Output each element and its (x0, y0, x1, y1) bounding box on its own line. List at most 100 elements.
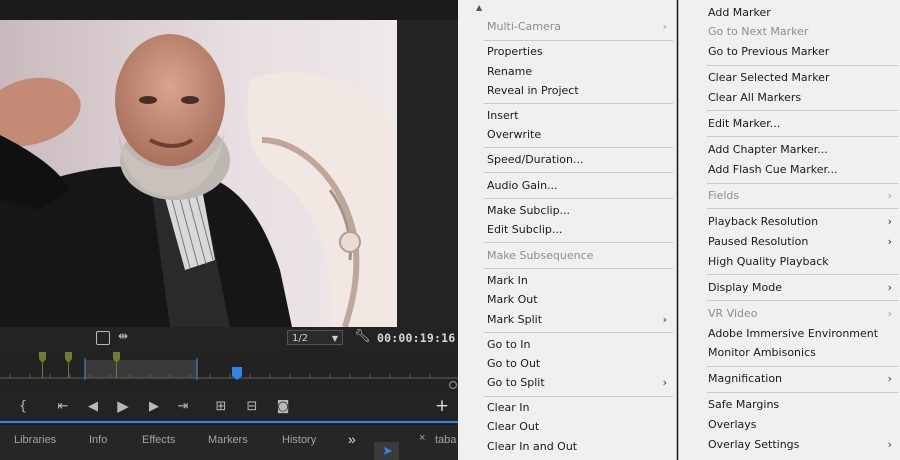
menu-item-magnification[interactable]: Magnification › (679, 369, 900, 388)
menu-item-label: Make Subsequence (487, 249, 594, 262)
mark-in-icon[interactable]: { (12, 393, 34, 419)
video-frame[interactable] (0, 20, 397, 327)
tab-project[interactable]: taba (435, 434, 456, 446)
menu-item-multi-camera[interactable]: Multi-Camera › (458, 17, 676, 36)
menu-item-edit-subclip[interactable]: Edit Subclip... (458, 220, 676, 239)
chevron-right-icon: › (887, 372, 892, 385)
menu-item-label: Overlay Settings (708, 438, 800, 451)
tab-libraries[interactable]: Libraries (14, 434, 56, 446)
menu-item-add-marker[interactable]: Add Marker (679, 3, 900, 22)
video-frame-image (0, 20, 397, 327)
menu-item-label: Go to Previous Marker (708, 45, 830, 58)
menu-item-overwrite[interactable]: Overwrite (458, 125, 676, 144)
camera-icon[interactable]: ◙ (272, 393, 294, 419)
export-frame-icon[interactable] (96, 331, 110, 345)
transport-controls: { ⇤ ◀︎ ▶︎ ▶︎ ⇥ ⊞ ⊟ ◙ + (0, 393, 458, 423)
go-to-out-icon[interactable]: ⇥ (172, 393, 194, 419)
menu-item-rename[interactable]: Rename (458, 62, 676, 81)
play-icon[interactable]: ▶︎ (112, 393, 134, 419)
menu-item-add-chapter-marker[interactable]: Add Chapter Marker... (679, 140, 900, 159)
wrench-settings-icon[interactable]: 🔧︎ (354, 329, 371, 344)
tab-effects[interactable]: Effects (142, 434, 175, 446)
menu-item-speed-duration[interactable]: Speed/Duration... (458, 150, 676, 169)
menu-item-label: Safe Margins (708, 398, 780, 411)
menu-item-label: Properties (487, 45, 543, 58)
playback-resolution-select[interactable]: 1/2 ▼ (287, 330, 343, 345)
menu-item-edit-marker[interactable]: Edit Marker... (679, 114, 900, 133)
menu-item-playback-resolution[interactable]: Playback Resolution › (679, 212, 900, 231)
chevron-right-icon: › (662, 20, 667, 33)
menu-item-paused-resolution[interactable]: Paused Resolution › (679, 232, 900, 251)
menu-item-reveal-in-project[interactable]: Reveal in Project (458, 81, 676, 100)
menu-item-mark-in[interactable]: Mark In (458, 271, 676, 290)
go-to-in-icon[interactable]: ⇤ (52, 393, 74, 419)
menu-item-label: Rename (487, 65, 533, 78)
menu-item-label: Playback Resolution (708, 215, 819, 228)
scroll-up-arrow-icon[interactable]: ▲ (476, 3, 482, 12)
menu-item-label: VR Video (708, 307, 758, 320)
timecode-display[interactable]: 00:00:19:16 (377, 331, 455, 345)
chevron-right-icon: › (887, 307, 892, 320)
menu-item-vr-video[interactable]: VR Video › (679, 304, 900, 323)
menu-item-go-to-split[interactable]: Go to Split › (458, 373, 676, 392)
menu-item-properties[interactable]: Properties (458, 42, 676, 61)
monitor-context-menu: Add Marker Go to Next Marker Go to Previ… (678, 0, 900, 460)
menu-item-high-quality-playback[interactable]: High Quality Playback (679, 252, 900, 271)
menu-item-clear-all-markers[interactable]: Clear All Markers (679, 88, 900, 107)
menu-item-overlays[interactable]: Overlays (679, 415, 900, 434)
menu-separator (484, 172, 673, 173)
menu-item-clear-in[interactable]: Clear In (458, 398, 676, 417)
menu-item-clear-out[interactable]: Clear Out (458, 417, 676, 436)
chevron-right-icon: › (887, 215, 892, 228)
menu-item-adobe-immersive-environment[interactable]: Adobe Immersive Environment (679, 324, 900, 343)
menu-item-go-to-in[interactable]: Go to In (458, 335, 676, 354)
pointer-arrow-icon: ➤ (382, 444, 393, 459)
tab-overflow-button[interactable]: » (348, 431, 356, 447)
menu-item-audio-gain[interactable]: Audio Gain... (458, 176, 676, 195)
overwrite-icon[interactable]: ⊟ (241, 393, 263, 419)
menu-item-label: Reveal in Project (487, 84, 579, 97)
menu-item-clear-in-and-out[interactable]: Clear In and Out (458, 437, 676, 456)
menu-item-go-to-out[interactable]: Go to Out (458, 354, 676, 373)
menu-separator (707, 392, 898, 393)
menu-item-monitor-ambisonics[interactable]: Monitor Ambisonics (679, 343, 900, 362)
menu-item-make-subclip[interactable]: Make Subclip... (458, 201, 676, 220)
menu-item-go-to-previous-marker[interactable]: Go to Previous Marker (679, 42, 900, 61)
step-back-icon[interactable]: ◀︎ (82, 393, 104, 419)
menu-item-safe-margins[interactable]: Safe Margins (679, 395, 900, 414)
menu-item-overlay-settings[interactable]: Overlay Settings › (679, 435, 900, 454)
menu-item-add-flash-cue-marker[interactable]: Add Flash Cue Marker... (679, 160, 900, 179)
menu-separator (707, 183, 898, 184)
menu-item-go-to-next-marker[interactable]: Go to Next Marker (679, 22, 900, 41)
chevron-right-icon: › (887, 235, 892, 248)
time-ruler[interactable] (0, 350, 458, 390)
step-forward-icon[interactable]: ▶︎ (143, 393, 165, 419)
selection-tool-button[interactable]: ➤ (374, 442, 399, 460)
menu-item-label: Add Marker (708, 6, 771, 19)
menu-item-label: Make Subclip... (487, 204, 571, 217)
panel-tabs-bar: Libraries Info Effects Markers History »… (0, 424, 458, 460)
menu-item-fields[interactable]: Fields › (679, 186, 900, 205)
insert-icon[interactable]: ⊞ (210, 393, 232, 419)
add-button-icon[interactable]: + (431, 393, 453, 419)
menu-item-label: Clear All Markers (708, 91, 802, 104)
tab-info[interactable]: Info (89, 434, 107, 446)
menu-item-display-mode[interactable]: Display Mode › (679, 278, 900, 297)
drag-video-icon[interactable]: ⇹ (118, 329, 128, 343)
menu-item-label: Display Mode (708, 281, 783, 294)
menu-item-mark-out[interactable]: Mark Out (458, 290, 676, 309)
chevron-right-icon: › (662, 376, 667, 389)
menu-item-make-subsequence[interactable]: Make Subsequence (458, 246, 676, 265)
close-tab-icon[interactable]: × (419, 432, 425, 444)
menu-item-mark-split[interactable]: Mark Split › (458, 310, 676, 329)
clip-context-menu: ▲ Multi-Camera › Properties Rename Reveal… (458, 0, 677, 460)
menu-item-label: Clear In (487, 401, 530, 414)
menu-item-clear-selected-marker[interactable]: Clear Selected Marker (679, 68, 900, 87)
resolution-value: 1/2 (292, 333, 309, 344)
tab-markers[interactable]: Markers (208, 434, 248, 446)
menu-item-insert[interactable]: Insert (458, 106, 676, 125)
tab-history[interactable]: History (282, 434, 316, 446)
menu-separator (707, 208, 898, 209)
menu-item-label: Paused Resolution (708, 235, 809, 248)
menu-item-label: Overwrite (487, 128, 542, 141)
